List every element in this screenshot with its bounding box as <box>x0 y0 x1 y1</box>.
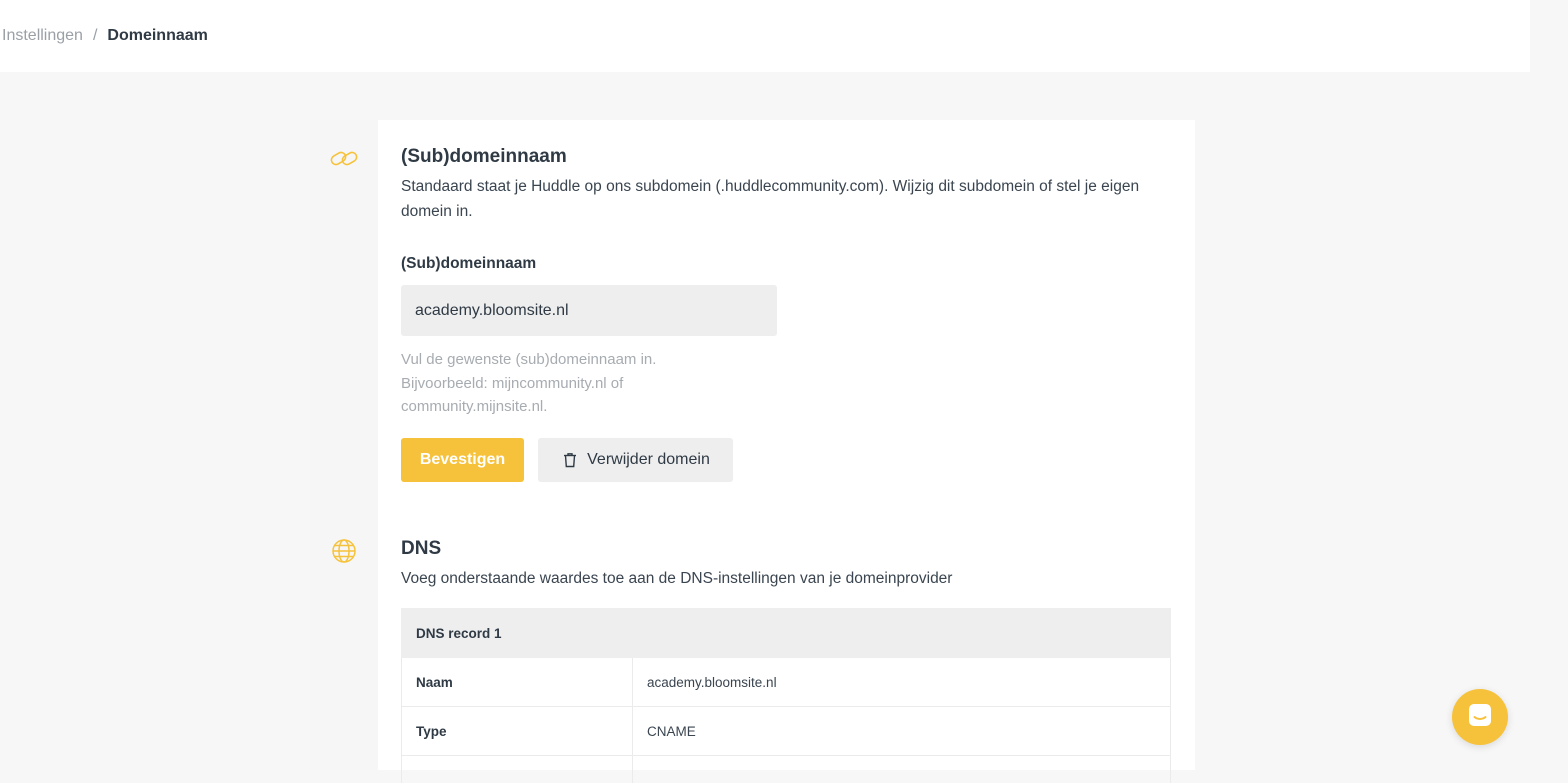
subdomain-description: Standaard staat je Huddle op ons subdome… <box>401 178 1140 220</box>
card-content: (Sub)domeinnaam Standaard staat je Huddl… <box>378 120 1195 783</box>
subdomain-section: (Sub)domeinnaam Standaard staat je Huddl… <box>401 146 1172 482</box>
dns-row-value: academy.bloomsite.nl <box>632 657 1171 707</box>
top-bar: Instellingen / Domeinnaam <box>0 0 1530 72</box>
subdomain-actions: Bevestigen Verwijder domein <box>401 437 1172 482</box>
subdomain-field-label: (Sub)domeinnaam <box>401 255 537 272</box>
dns-description: Voeg onderstaande waardes toe aan de DNS… <box>401 570 953 587</box>
dns-section: DNS Voeg onderstaande waardes toe aan de… <box>401 538 1171 783</box>
table-row: Type CNAME <box>401 706 1171 756</box>
table-row: Naam academy.bloomsite.nl <box>401 657 1171 707</box>
chat-icon <box>1466 701 1494 734</box>
dns-row-key: Type <box>401 706 633 756</box>
globe-icon <box>329 536 359 566</box>
delete-domain-label: Verwijder domein <box>587 450 710 468</box>
subdomain-title: (Sub)domeinnaam <box>401 146 567 167</box>
subdomain-hint: Vul de gewenste (sub)domeinnaam in. Bijv… <box>401 351 657 415</box>
dns-row-key-partial <box>401 755 633 783</box>
dns-row-value: CNAME <box>632 706 1171 756</box>
dns-record-header-row: DNS record 1 <box>401 608 1171 658</box>
breadcrumb-separator: / <box>92 27 98 44</box>
chat-launcher-button[interactable] <box>1452 689 1508 745</box>
dns-row-value-partial <box>632 755 1171 783</box>
dns-record-table: DNS record 1 Naam academy.bloomsite.nl T… <box>401 608 1171 783</box>
card-icon-gutter <box>310 120 378 770</box>
dns-row-key: Naam <box>401 657 633 707</box>
settings-card: (Sub)domeinnaam Standaard staat je Huddl… <box>310 120 1195 783</box>
table-row <box>401 755 1171 783</box>
link-icon <box>329 144 359 174</box>
breadcrumb-current: Domeinnaam <box>107 27 208 44</box>
subdomain-input[interactable] <box>401 285 777 336</box>
dns-title: DNS <box>401 538 442 559</box>
delete-domain-button[interactable]: Verwijder domein <box>538 437 733 482</box>
dns-record-title: DNS record 1 <box>401 608 1171 658</box>
breadcrumb: Instellingen / Domeinnaam <box>2 27 208 45</box>
trash-icon <box>561 451 579 469</box>
breadcrumb-parent-link[interactable]: Instellingen <box>2 27 83 45</box>
confirm-button[interactable]: Bevestigen <box>401 437 524 482</box>
scroll-gutter <box>1530 0 1568 783</box>
